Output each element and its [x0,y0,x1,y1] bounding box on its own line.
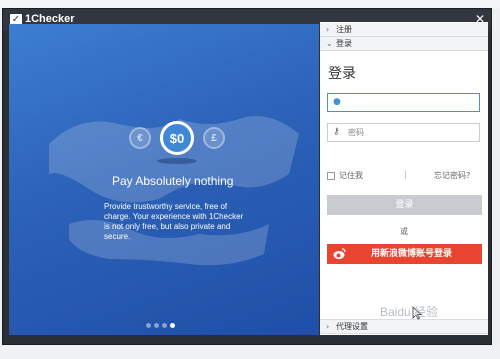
promo-title: Pay Absolutely nothing [112,174,234,188]
register-label: 注册 [336,25,352,34]
carousel-dot[interactable] [162,323,167,328]
proxy-label: 代理设置 [336,322,368,331]
watermark: Baidu 经验 [380,305,439,319]
password-field[interactable]: ⚷ 密码 [327,123,480,142]
pound-coin-icon: £ [203,127,225,149]
carousel-dots [146,323,175,331]
chevron-down-icon: ⌄ [326,39,333,48]
desktop-bottom-strip [0,345,500,359]
weibo-button-label: 用新浪微博账号登录 [371,249,453,259]
coin-illustration: € $0 £ [127,118,227,164]
promo-description: Provide trustworthy service, free of cha… [104,202,244,241]
carousel-dot[interactable] [146,323,151,328]
proxy-section-header[interactable]: › 代理设置 [320,319,488,334]
key-icon: ⚷ [333,127,340,137]
chevron-right-icon: › [326,322,330,331]
chevron-right-icon: › [326,25,330,34]
login-panel: › 注册 ⌄ 登录 登录 ● ⚷ 密码 记住我 忘记密码? 登录 或 用新浪微博… [320,22,488,335]
password-placeholder: 密码 [348,128,364,137]
register-section-header[interactable]: › 注册 [320,23,488,37]
login-section-label: 登录 [336,39,352,48]
carousel-dot[interactable] [154,323,159,328]
login-section-header[interactable]: ⌄ 登录 [320,37,488,51]
or-separator: 或 [400,227,408,236]
username-field[interactable]: ● [327,93,480,112]
login-button[interactable]: 登录 [327,195,482,215]
weibo-login-button[interactable]: 用新浪微博账号登录 [327,244,482,264]
forgot-password-link[interactable]: 忘记密码? [434,170,470,181]
desktop-top-strip [0,0,500,8]
login-heading: 登录 [328,66,356,82]
weibo-icon [333,248,346,259]
promo-panel: € $0 £ Pay Absolutely nothing Provide tr… [9,24,319,335]
coin-shadow [157,158,197,164]
euro-coin-icon: € [129,127,151,149]
divider [405,170,406,179]
carousel-dot-active[interactable] [170,323,175,328]
dollar-coin-icon: $0 [160,121,194,155]
user-icon: ● [333,97,341,107]
remember-label: 记住我 [339,171,363,180]
remember-me[interactable]: 记住我 [327,170,363,181]
remember-checkbox[interactable] [327,171,335,180]
